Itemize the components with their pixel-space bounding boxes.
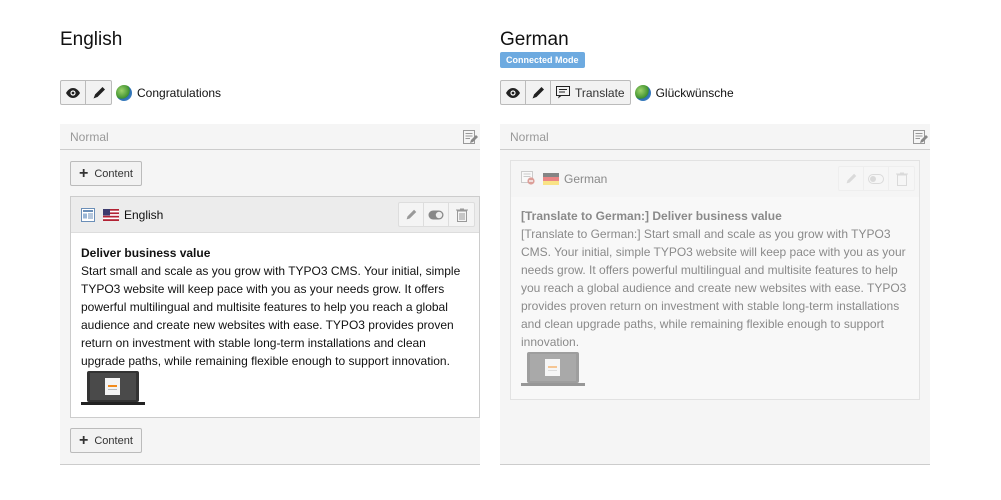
page-toolbar: Translate Glückwünsche [500, 80, 734, 105]
edit-column-icon[interactable] [912, 129, 928, 145]
column-header: Normal [500, 124, 930, 150]
column-label: Normal [510, 129, 549, 144]
content-column-normal: Normal German [Translate to German:] Del… [500, 124, 930, 465]
globe-icon [634, 84, 651, 101]
content-column-normal: Normal + Content English Deliver busines… [60, 124, 480, 465]
pencil-icon [93, 86, 105, 98]
content-element-icon [81, 207, 95, 222]
edit-element-button[interactable] [399, 203, 424, 226]
element-language: German [564, 172, 608, 186]
element-bodytext: [Translate to German:] Start small and s… [521, 227, 907, 349]
eye-icon [506, 87, 520, 98]
toggle-icon [868, 173, 884, 184]
pencil-icon [532, 86, 544, 98]
translate-label: Translate [575, 85, 625, 100]
eye-icon [66, 87, 80, 98]
add-content-button-bottom[interactable]: + Content [70, 428, 142, 453]
add-content-label: Content [94, 167, 133, 180]
page-actions: Translate [500, 80, 631, 105]
language-title: German [500, 29, 569, 50]
element-actions [838, 166, 915, 191]
edit-page-button[interactable] [86, 81, 111, 104]
add-content-label: Content [94, 434, 133, 447]
delete-element-button[interactable] [889, 167, 914, 190]
element-header: English [71, 197, 479, 233]
globe-icon [116, 84, 132, 101]
element-body: [Translate to German:] Deliver business … [511, 197, 919, 402]
pencil-icon [846, 173, 857, 183]
element-actions [398, 202, 475, 227]
element-header-text: [Translate to German:] Deliver business … [521, 209, 782, 223]
column-header: Normal [60, 124, 480, 150]
element-bodytext: Start small and scale as you grow with T… [81, 264, 461, 368]
connected-mode-badge: Connected Mode [500, 52, 585, 68]
laptop-image [81, 371, 145, 405]
add-content-button-top[interactable]: + Content [70, 161, 142, 186]
element-language: English [124, 207, 164, 222]
plus-icon: + [79, 431, 89, 449]
page-actions [60, 80, 112, 105]
edit-column-icon[interactable] [462, 129, 478, 145]
toggle-visibility-button[interactable] [424, 203, 449, 226]
german-flag-icon [543, 173, 559, 185]
page-title: Glückwünsche [655, 85, 734, 100]
page-title: Congratulations [137, 85, 222, 100]
trash-icon [455, 208, 468, 222]
hidden-element-icon [521, 170, 535, 188]
toggle-visibility-button[interactable] [864, 167, 889, 190]
column-label: Normal [70, 129, 109, 144]
trash-icon [895, 172, 908, 186]
translate-button[interactable]: Translate [551, 81, 630, 104]
us-flag-icon [103, 208, 119, 221]
laptop-image [521, 352, 585, 386]
element-header-text: Deliver business value [81, 246, 211, 260]
element-body: Deliver business value Start small and s… [71, 233, 479, 421]
view-page-button[interactable] [61, 81, 86, 104]
page-toolbar: Congratulations [60, 80, 221, 105]
toggle-icon [428, 210, 444, 219]
content-element[interactable]: English Deliver business value Start sma… [70, 196, 480, 418]
edit-element-button[interactable] [839, 167, 864, 190]
element-header: German [511, 161, 919, 197]
plus-icon: + [79, 164, 89, 182]
view-page-button[interactable] [501, 81, 526, 104]
translate-icon [556, 86, 570, 99]
language-title: English [60, 29, 123, 50]
pencil-icon [406, 209, 417, 219]
translated-content-element[interactable]: German [Translate to German:] Deliver bu… [510, 160, 920, 400]
delete-element-button[interactable] [449, 203, 474, 226]
edit-page-button[interactable] [526, 81, 551, 104]
